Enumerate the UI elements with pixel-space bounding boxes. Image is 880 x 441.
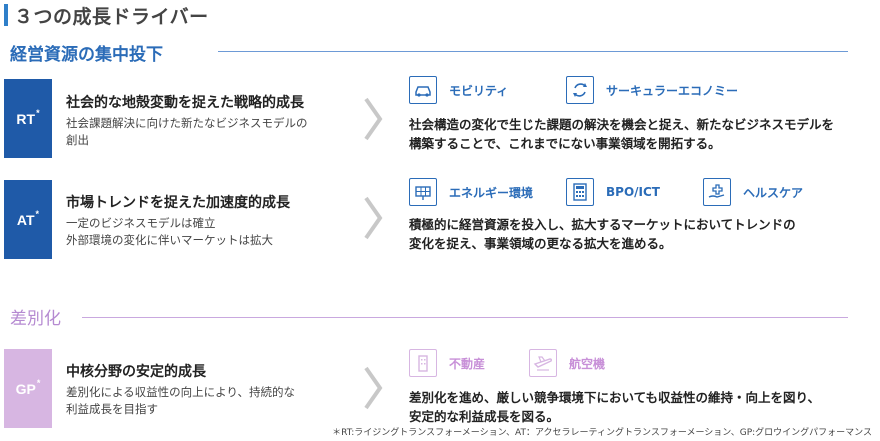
title-accent-bar: [4, 4, 8, 26]
section-heading-focus: 経営資源の集中投下: [10, 45, 163, 65]
building-icon: [409, 349, 437, 377]
tag-bpo-ict: BPO/ICT: [566, 178, 660, 206]
footnote: ＊RT:ライジングトランスフォーメーション、AT：アクセラレーティングトランスフ…: [332, 428, 872, 438]
row-description-rt: 社会課題解決に向けた新たなビジネスモデルの 創出: [66, 116, 308, 147]
chevron-right-icon: [364, 366, 383, 410]
badge-rt: RT *: [4, 79, 52, 158]
chevron-right-icon: [364, 196, 383, 240]
badge-at: AT *: [4, 180, 52, 259]
page-title: ３つの成長ドライバー: [14, 6, 209, 28]
section-heading-differentiation: 差別化: [10, 309, 61, 329]
row-heading-gp: 中核分野の安定的成長: [66, 364, 206, 380]
row-body-rt: 社会構造の変化で生じた課題の解決を機会と捉え、新たなビジネスモデルを 構築すること…: [409, 117, 835, 151]
row-body-gp: 差別化を進め、厳しい競争環境下においても収益性の維持・向上を図り、 安定的な利益成…: [409, 390, 821, 424]
row-description-gp: 差別化による収益性の向上により、持続的な 利益成長を目指す: [66, 385, 295, 416]
tag-healthcare: ヘルスケア: [703, 178, 803, 206]
tag-aircraft: 航空機: [529, 349, 605, 377]
recycle-icon: [566, 76, 594, 104]
tag-real-estate: 不動産: [409, 349, 485, 377]
section-divider-focus: [218, 51, 848, 52]
row-heading-at: 市場トレンドを捉えた加速度的成長: [66, 195, 290, 211]
car-icon: [409, 76, 437, 104]
solar-panel-icon: [409, 178, 437, 206]
badge-gp: GP *: [4, 349, 52, 428]
tag-energy-environment: エネルギー環境: [409, 178, 533, 206]
calculator-icon: [566, 178, 594, 206]
medical-hand-icon: [703, 178, 731, 206]
row-description-at: 一定のビジネスモデルは確立 外部環境の変化に伴いマーケットは拡大: [66, 216, 273, 247]
row-heading-rt: 社会的な地殻変動を捉えた戦略的成長: [66, 95, 304, 111]
row-body-at: 積極的に経営資源を投入し、拡大するマーケットにおいてトレンドの 変化を捉え、事業領…: [409, 217, 796, 251]
airplane-icon: [529, 349, 557, 377]
chevron-right-icon: [364, 97, 383, 141]
tag-mobility: モビリティ: [409, 76, 508, 104]
section-divider-differentiation: [82, 317, 848, 318]
tag-circular-economy: サーキュラーエコノミー: [566, 76, 738, 104]
